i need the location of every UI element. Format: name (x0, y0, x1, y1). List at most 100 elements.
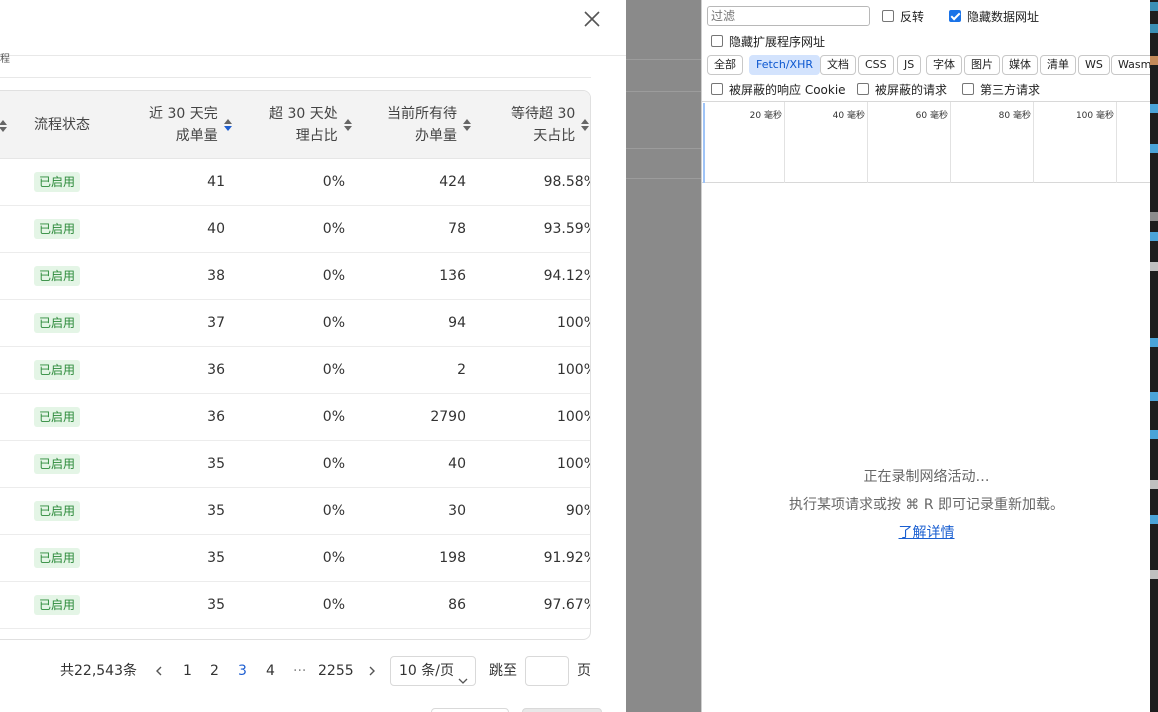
page-1[interactable]: 1 (183, 661, 192, 681)
filter-chip-css[interactable]: CSS (858, 55, 894, 75)
page-4[interactable]: 4 (266, 661, 275, 681)
cell-done-30d: 35 (207, 550, 225, 566)
filter-chip-all[interactable]: 全部 (707, 55, 743, 75)
table-row[interactable]: 已启用 35 0% 86 97.67% (0, 582, 590, 629)
col-over-30d-ratio[interactable]: 超 30 天处 理占比 (269, 91, 359, 159)
status-badge: 已启用 (34, 407, 81, 427)
filter-chip-ws[interactable]: WS (1078, 55, 1110, 75)
table-row[interactable]: 已启用 41 0% 424 98.58% (0, 159, 590, 206)
filter-chip-img[interactable]: 图片 (964, 55, 1000, 75)
sort-icon[interactable] (580, 118, 590, 132)
checkbox-box[interactable] (857, 83, 869, 95)
editor-code-fragment (1150, 392, 1158, 401)
jump-page-input[interactable] (525, 656, 569, 686)
pagination: 共22,543条 1 2 3 4 ··· 2255 10 条/页 跳至 页 (0, 655, 626, 687)
divider (0, 77, 591, 78)
invert-checkbox[interactable]: 反转 (882, 7, 924, 25)
editor-code-fragment (1150, 430, 1158, 439)
filter-chip-js[interactable]: JS (897, 55, 922, 75)
editor-code-fragment (1150, 24, 1158, 33)
status-badge: 已启用 (34, 313, 81, 333)
col-label-line1: 当前所有待 (387, 106, 457, 122)
page-last[interactable]: 2255 (318, 661, 354, 681)
cell-over-30d-ratio: 0% (322, 597, 345, 613)
table-row[interactable]: 已启用 35 0% 198 91.92% (0, 535, 590, 582)
cell-over-30d-ratio: 0% (322, 268, 345, 284)
table-row[interactable]: 已启用 36 0% 2790 100% (0, 394, 590, 441)
filter-chip-doc[interactable]: 文档 (820, 55, 856, 75)
page-2[interactable]: 2 (210, 661, 219, 681)
editor-code-fragment (1150, 262, 1158, 271)
table-row[interactable]: 已启用 37 0% 94 100% (0, 300, 590, 347)
sort-icon[interactable] (343, 118, 353, 132)
confirm-button[interactable] (522, 708, 602, 712)
cell-over-30d-ratio: 0% (322, 409, 345, 425)
sort-icon[interactable] (223, 118, 233, 132)
page-size-select[interactable]: 10 条/页 (390, 656, 476, 686)
table-row[interactable]: 已启用 40 0% 78 93.59% (0, 206, 590, 253)
close-icon[interactable] (580, 7, 604, 31)
timeline-gridline (867, 102, 868, 183)
cell-wait-ratio: 97.67% (543, 597, 590, 613)
sort-icon[interactable] (462, 118, 472, 132)
page-ellipsis[interactable]: ··· (293, 661, 306, 681)
filter-chip-manifest[interactable]: 清单 (1040, 55, 1076, 75)
recording-hint-text: 执行某项请求或按 ⌘ R 即可记录重新加载。 (788, 497, 1065, 513)
status-badge: 已启用 (34, 172, 81, 192)
filter-input[interactable] (707, 6, 870, 26)
cell-pending: 424 (439, 174, 466, 190)
hide-data-urls-checkbox[interactable]: 隐藏数据网址 (949, 7, 1039, 25)
cell-wait-ratio: 91.92% (543, 550, 590, 566)
editor-code-fragment (1150, 480, 1158, 489)
table-row[interactable]: 已启用 35 0% 30 90% (0, 488, 590, 535)
next-page-icon[interactable] (365, 661, 379, 681)
checkbox-box[interactable] (711, 83, 723, 95)
page-3-current[interactable]: 3 (238, 661, 247, 681)
col-wait-ratio[interactable]: 等待超 30 天占比 (511, 91, 590, 159)
checkbox-box[interactable] (962, 83, 974, 95)
checkbox-box[interactable] (882, 10, 894, 22)
checkbox-box[interactable] (711, 35, 723, 47)
prev-page-icon[interactable] (152, 661, 166, 681)
timeline-tick-label: 60 毫秒 (915, 111, 948, 121)
filter-chip-fetch-xhr[interactable]: Fetch/XHR (749, 55, 820, 75)
filter-chip-wasm[interactable]: Wasm (1111, 55, 1150, 75)
filter-chip-media[interactable]: 媒体 (1002, 55, 1038, 75)
total-count: 共22,543条 (60, 663, 137, 679)
cell-pending: 40 (448, 456, 466, 472)
col-pending[interactable]: 当前所有待 办单量 (387, 91, 480, 159)
blocked-requests-checkbox[interactable]: 被屏蔽的请求 (857, 80, 947, 98)
sort-icon[interactable] (0, 119, 8, 133)
filter-chip-font[interactable]: 字体 (926, 55, 962, 75)
hide-extension-urls-label: 隐藏扩展程序网址 (729, 34, 826, 49)
network-timeline-overview[interactable]: 20 毫秒 40 毫秒 60 毫秒 80 毫秒 100 毫秒 (702, 101, 1150, 183)
page-backdrop (626, 0, 701, 712)
status-badge: 已启用 (34, 360, 81, 380)
cell-done-30d: 36 (207, 362, 225, 378)
hide-data-urls-label: 隐藏数据网址 (967, 9, 1040, 24)
cancel-button[interactable] (431, 708, 509, 712)
timeline-tick-label: 40 毫秒 (832, 111, 865, 121)
hide-extension-urls-checkbox[interactable]: 隐藏扩展程序网址 (711, 32, 825, 50)
blocked-cookies-checkbox[interactable]: 被屏蔽的响应 Cookie (711, 80, 846, 98)
table-row[interactable]: 已启用 38 0% 136 94.12% (0, 253, 590, 300)
third-party-checkbox[interactable]: 第三方请求 (962, 80, 1040, 98)
table-row[interactable]: 已启用 36 0% 2 100% (0, 347, 590, 394)
invert-label: 反转 (900, 9, 925, 24)
cell-wait-ratio: 93.59% (543, 221, 590, 237)
col-done-30d[interactable]: 近 30 天完 成单量 (149, 91, 239, 159)
timeline-gridline (950, 102, 951, 183)
cell-done-30d: 38 (207, 268, 225, 284)
cell-pending: 86 (448, 597, 466, 613)
learn-more-link[interactable]: 了解详情 (899, 525, 955, 541)
blocked-requests-label: 被屏蔽的请求 (875, 82, 948, 97)
stats-table: 流程状态 近 30 天完 成单量 超 30 天处 理占比 当前所有待 办单量 等待超 … (0, 90, 591, 640)
checkbox-box-checked[interactable] (949, 10, 961, 22)
timeline-tick-label: 100 毫秒 (1075, 111, 1114, 121)
cell-pending: 2 (457, 362, 466, 378)
cell-wait-ratio: 100% (556, 409, 590, 425)
col-label-line1: 近 30 天完 (149, 106, 218, 122)
table-row[interactable]: 已启用 35 0% 40 100% (0, 441, 590, 488)
divider (626, 148, 701, 149)
cell-done-30d: 41 (207, 174, 225, 190)
